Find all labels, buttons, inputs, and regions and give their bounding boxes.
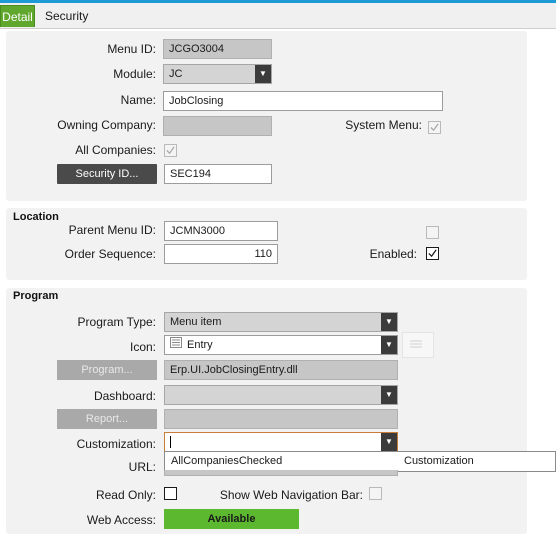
all-companies-checkbox: [164, 144, 177, 157]
program-type-label: Program Type:: [77, 315, 156, 329]
icon-select[interactable]: Entry: [164, 335, 398, 355]
program-type-dropdown-button[interactable]: ▼: [381, 313, 397, 331]
program-button[interactable]: Program...: [57, 360, 157, 380]
system-menu-label: System Menu:: [345, 118, 422, 132]
read-only-checkbox[interactable]: [164, 487, 177, 500]
read-only-label: Read Only:: [95, 488, 156, 502]
system-menu-checkbox: [428, 121, 441, 134]
customization-dropdown-list[interactable]: AllCompaniesChecked Customization: [164, 451, 556, 472]
tab-security[interactable]: Security: [38, 5, 95, 27]
icon-dropdown-button[interactable]: ▼: [381, 336, 397, 354]
chevron-down-icon: ▼: [259, 69, 267, 78]
customization-label: Customization:: [76, 437, 156, 451]
name-label: Name:: [120, 93, 156, 107]
module-value: JC: [169, 68, 183, 80]
order-sequence-input[interactable]: 110: [164, 244, 278, 264]
entry-preview-icon: [410, 340, 422, 348]
web-access-status: Available: [164, 509, 299, 529]
url-field-partial: [164, 470, 398, 476]
owning-company-label: Owning Company:: [57, 118, 156, 132]
report-field: [164, 409, 398, 429]
program-field: Erp.UI.JobClosingEntry.dll: [164, 360, 398, 380]
icon-value: Entry: [187, 339, 213, 351]
show-web-nav-checkbox: [369, 487, 382, 500]
program-section-title: Program: [13, 290, 59, 302]
enabled-label: Enabled:: [369, 247, 417, 261]
chevron-down-icon: ▼: [385, 340, 393, 349]
url-label: URL:: [128, 460, 156, 474]
menu-id-field: JCGO3004: [163, 39, 272, 59]
module-dropdown-button[interactable]: ▼: [255, 65, 271, 83]
chevron-down-icon: ▼: [385, 390, 393, 399]
enabled-checkbox[interactable]: [426, 247, 439, 260]
entry-icon: [170, 336, 182, 354]
icon-preview: [402, 332, 434, 358]
customization-dropdown-button[interactable]: ▼: [381, 433, 397, 451]
checkmark-icon: [430, 123, 439, 132]
dashboard-label: Dashboard:: [93, 389, 156, 403]
checkmark-icon: [166, 146, 175, 155]
dashboard-dropdown-button[interactable]: ▼: [381, 386, 397, 404]
chevron-down-icon: ▼: [385, 317, 393, 326]
name-input[interactable]: JobClosing: [163, 91, 443, 111]
menu-id-label: Menu ID:: [107, 42, 156, 56]
text-cursor: [170, 436, 171, 449]
location-unlabeled-checkbox: [426, 226, 439, 239]
location-section-title: Location: [13, 211, 59, 223]
program-type-select[interactable]: Menu item: [164, 312, 398, 332]
web-access-label: Web Access:: [86, 513, 156, 527]
dropdown-col-customization[interactable]: Customization: [404, 455, 474, 467]
chevron-down-icon: ▼: [385, 437, 393, 446]
customization-input[interactable]: [164, 432, 398, 452]
all-companies-label: All Companies:: [75, 143, 156, 157]
parent-menu-id-label: Parent Menu ID:: [68, 223, 156, 237]
dashboard-select[interactable]: [164, 385, 398, 405]
icon-label: Icon:: [129, 340, 156, 354]
show-web-nav-label: Show Web Navigation Bar:: [219, 488, 363, 502]
checkmark-icon: [428, 249, 437, 258]
program-type-value: Menu item: [170, 316, 222, 328]
parent-menu-id-input[interactable]: JCMN3000: [164, 221, 278, 241]
module-label: Module:: [113, 67, 156, 81]
report-button[interactable]: Report...: [57, 409, 157, 429]
tab-detail[interactable]: Detail: [0, 5, 35, 27]
security-id-button[interactable]: Security ID...: [57, 164, 157, 184]
order-sequence-label: Order Sequence:: [64, 247, 156, 261]
dropdown-col-all-companies-checked[interactable]: AllCompaniesChecked: [171, 455, 282, 467]
owning-company-field: [163, 116, 272, 136]
security-id-input[interactable]: SEC194: [164, 164, 272, 184]
